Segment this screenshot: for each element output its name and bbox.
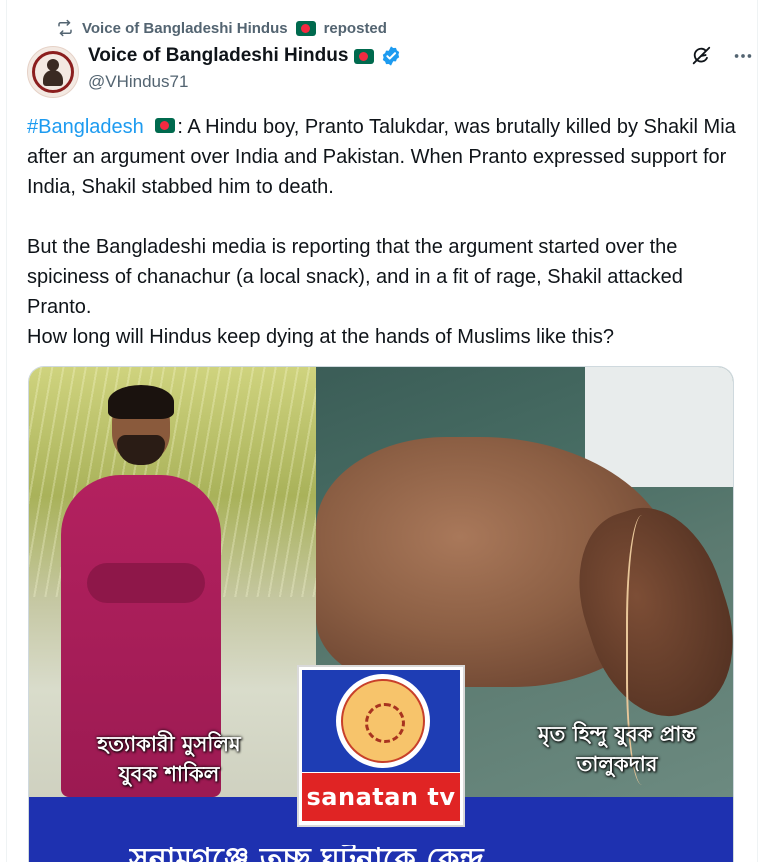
caption-right-line-2: তালুকদার [576,752,658,776]
tweet-media-image[interactable]: হত্যাকারী মুসলিম যুবক শাকিল মৃত হিন্দু য… [28,366,734,862]
tweet-paragraph-2: But the Bangladeshi media is reporting t… [27,236,683,318]
caption-left-line-1: হত্যাকারী মুসলিম [97,732,241,756]
bottom-banner-text: সুনামগঞ্জে তুচ্ছ ঘটনাকে কেন্দ্র [129,845,649,862]
more-icon[interactable] [731,44,755,68]
tweet-paragraph-1: #Bangladesh : A Hindu boy, Pranto Talukd… [27,112,747,202]
sanatan-tv-logo: sanatan tv [297,665,465,827]
grok-icon[interactable] [689,44,713,68]
bangladesh-flag-icon [155,118,176,134]
caption-left-line-2: যুবক শাকিল [118,762,220,786]
tweet-actions [689,44,755,68]
verified-badge-icon [380,45,402,67]
repost-icon [56,19,74,37]
caption-left: হত্যাকারী মুসলিম যুবক শাকিল [69,729,269,789]
author-display-name[interactable]: Voice of Bangladeshi Hindus [88,45,348,67]
tweet-text: #Bangladesh : A Hindu boy, Pranto Talukd… [27,112,747,352]
dharma-wheel-icon [365,703,405,743]
repost-user-name[interactable]: Voice of Bangladeshi Hindus [82,20,288,37]
bangladesh-flag-icon [295,20,316,36]
repost-suffix: reposted [323,19,387,37]
caption-right-line-1: মৃত হিন্দু যুবক প্রান্ত [538,722,696,746]
author-name-row: Voice of Bangladeshi Hindus [88,44,402,68]
logo-text: sanatan tv [302,773,460,821]
author-handle[interactable]: @VHindus71 [88,72,188,92]
bangladesh-flag-icon [354,48,375,64]
tweet-paragraph-3: How long will Hindus keep dying at the h… [27,326,614,348]
hashtag-link[interactable]: #Bangladesh [27,116,144,138]
avatar[interactable] [27,46,79,98]
caption-right: মৃত হিন্দু যুবক প্রান্ত তালুকদার [507,719,727,779]
repost-indicator: Voice of Bangladeshi Hindus reposted [56,17,387,39]
